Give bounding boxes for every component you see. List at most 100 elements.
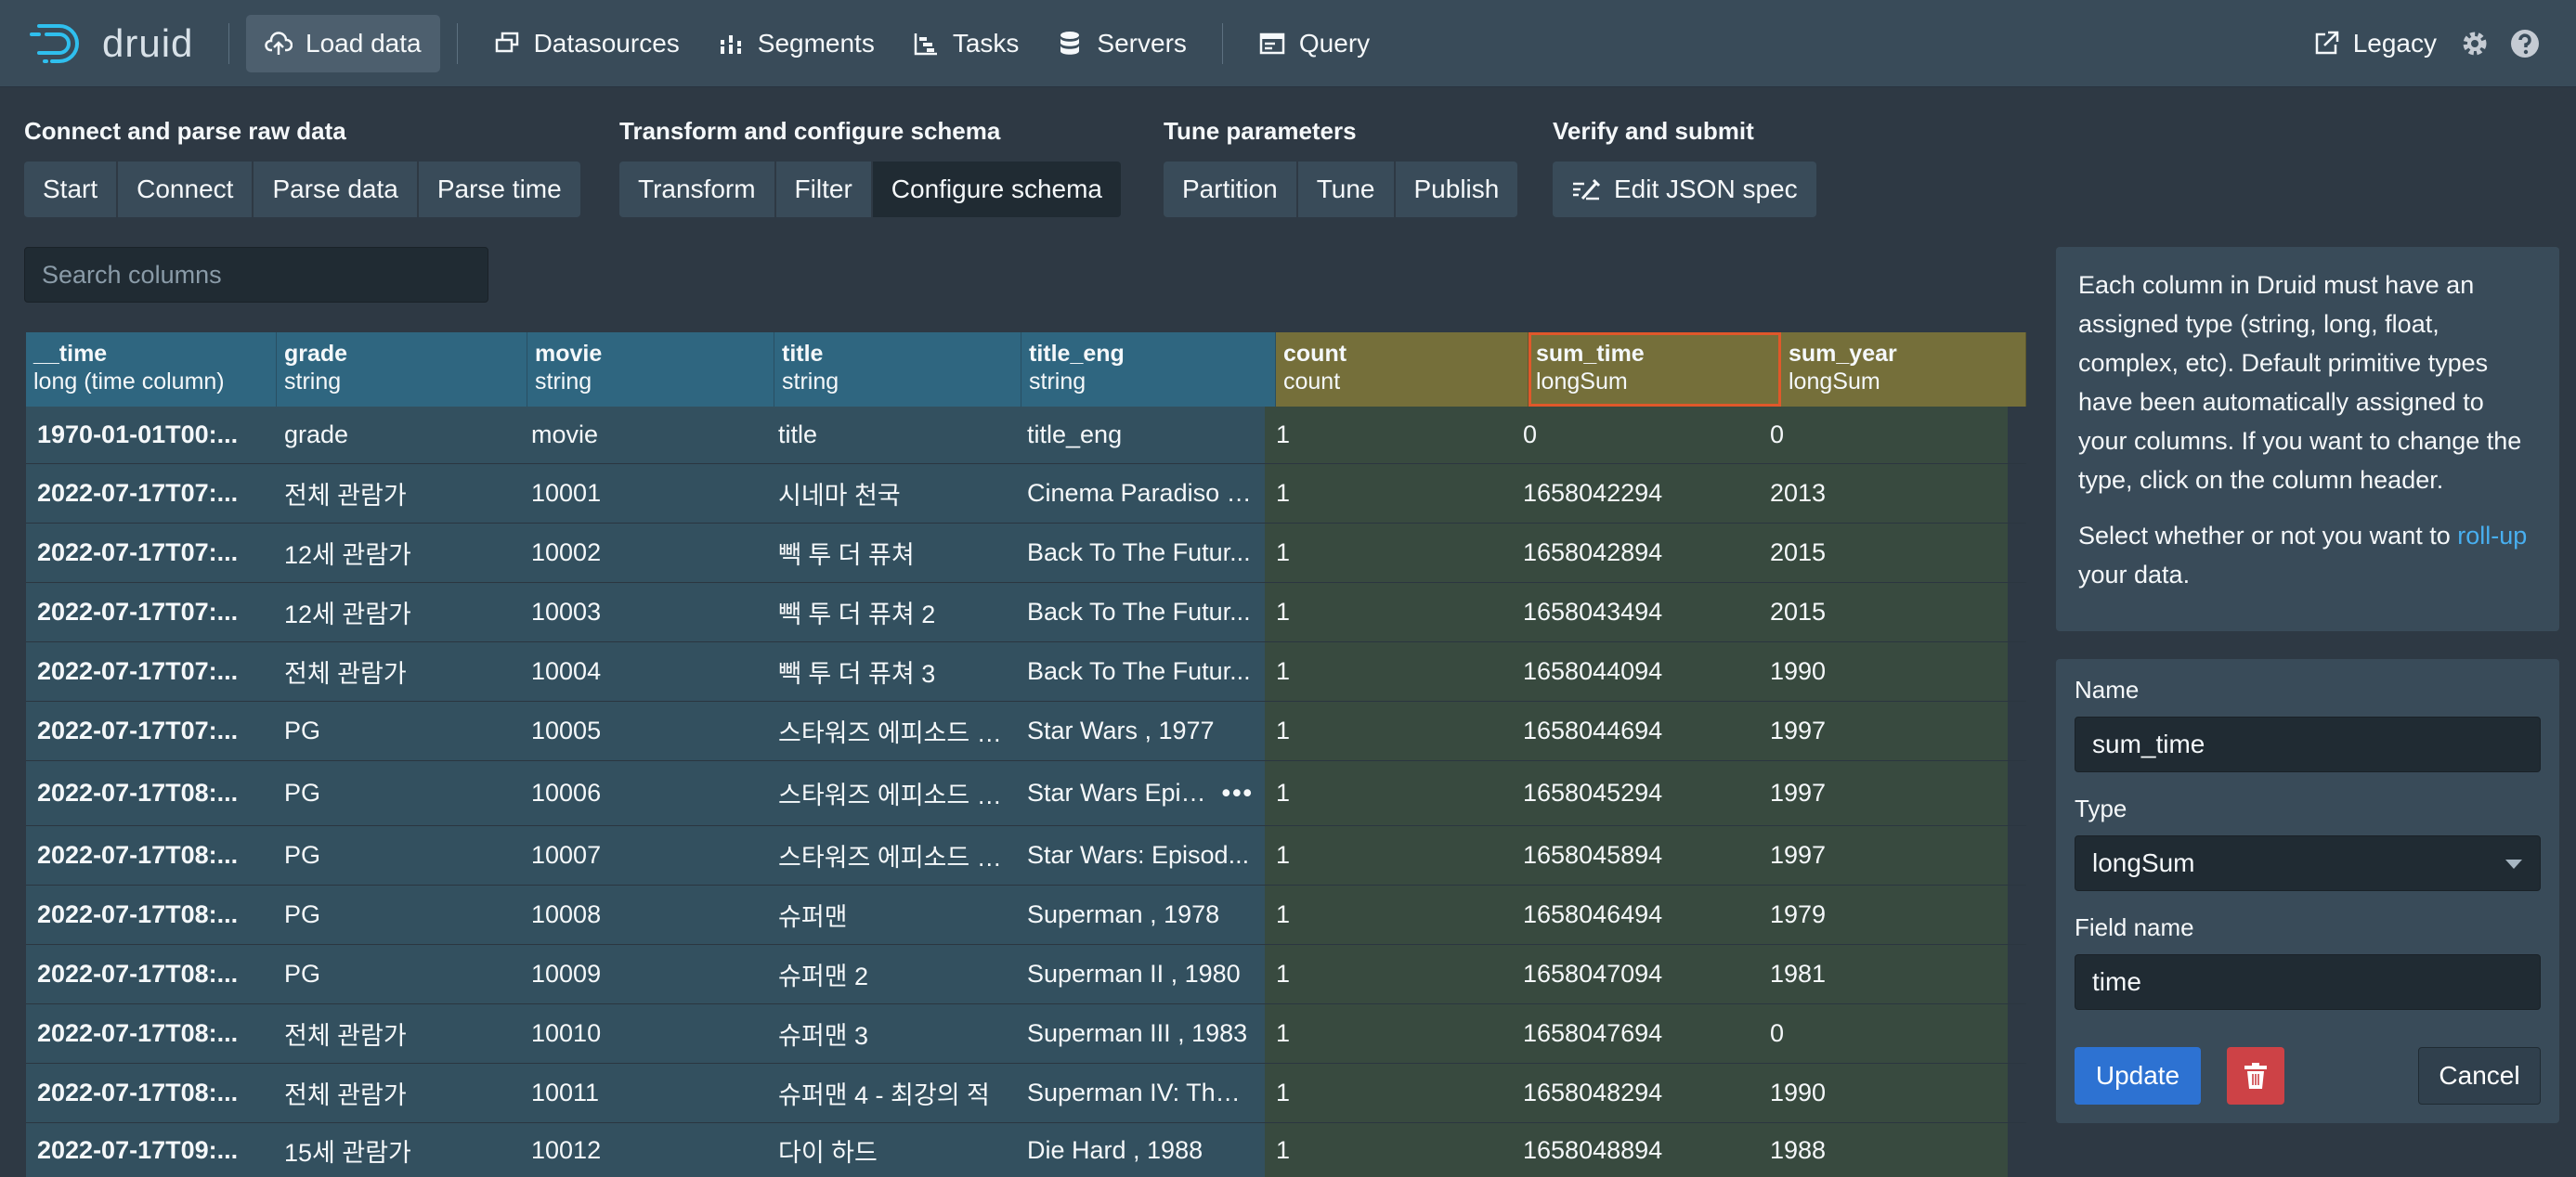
table-header: __time long (time column) grade string movie… [26, 332, 2026, 407]
column-header-time[interactable]: __time long (time column) [26, 332, 277, 407]
cell-value: 1658048294 [1523, 1079, 1663, 1106]
cell-value: 1 [1276, 479, 1291, 507]
table-row[interactable]: 2022-07-17T08:... PG 10009 슈퍼맨 2 Superman II… [26, 945, 2026, 1004]
table-cell: 0 [1759, 1004, 2008, 1063]
table-cell: 1 [1265, 464, 1512, 523]
cell-value: 1658048894 [1523, 1136, 1663, 1164]
cell-value: 빽 투 더 퓨쳐 3 [778, 660, 936, 688]
step-group-tune: Tune parameters Partition Tune Publish [1164, 117, 1518, 217]
table-cell: Star Wars Epis... ••• [1016, 761, 1265, 825]
nav-segments[interactable]: Segments [698, 15, 893, 72]
table-row[interactable]: 1970-01-01T00:... grade movie title title_en… [26, 407, 2026, 464]
nav-servers[interactable]: Servers [1037, 15, 1204, 72]
table-row[interactable]: 2022-07-17T07:... 전체 관람가 10001 시네마 천국 Cinema… [26, 464, 2026, 524]
cell-value: 1658043494 [1523, 598, 1663, 626]
update-button[interactable]: Update [2075, 1047, 2201, 1105]
step-parse-data[interactable]: Parse data [254, 162, 419, 217]
column-header-movie[interactable]: movie string [527, 332, 774, 407]
rollup-link[interactable]: roll-up [2457, 522, 2527, 550]
nav-query[interactable]: Query [1240, 15, 1388, 72]
column-header-title[interactable]: title string [774, 332, 1021, 407]
table-cell: 12세 관람가 [273, 524, 520, 582]
cell-value: 2022-07-17T08:... [37, 900, 239, 928]
column-header-sum-time[interactable]: sum_time longSum [1529, 332, 1781, 407]
type-select-value[interactable] [2075, 835, 2541, 891]
nav-datasources[interactable]: Datasources [475, 15, 698, 72]
cancel-button[interactable]: Cancel [2418, 1047, 2541, 1105]
step-group-title: Connect and parse raw data [24, 117, 346, 145]
settings-button[interactable] [2450, 15, 2500, 72]
table-cell: 2022-07-17T08:... [26, 1064, 273, 1122]
table-cell: 10007 [520, 826, 767, 885]
table-row[interactable]: 2022-07-17T07:... PG 10005 스타워즈 에피소드 4 ... S… [26, 702, 2026, 761]
table-cell: movie [520, 407, 767, 463]
step-partition[interactable]: Partition [1164, 162, 1298, 217]
table-cell: 1 [1265, 1064, 1512, 1122]
help-button[interactable] [2500, 15, 2550, 72]
column-type: long (time column) [33, 369, 225, 394]
cell-value: Die Hard , 1988 [1027, 1136, 1203, 1164]
table-row[interactable]: 2022-07-17T07:... 전체 관람가 10004 빽 투 더 퓨쳐 3 Ba… [26, 642, 2026, 702]
name-input[interactable] [2075, 717, 2541, 772]
schema-table: __time long (time column) grade string movie… [26, 332, 2026, 1177]
cell-value: 1658044694 [1523, 717, 1663, 744]
cell-value: 1 [1276, 1079, 1291, 1106]
cell-value: 0 [1523, 420, 1538, 448]
column-name: title [782, 341, 824, 367]
table-row[interactable]: 2022-07-17T07:... 12세 관람가 10003 빽 투 더 퓨쳐 2 B… [26, 583, 2026, 642]
table-row[interactable]: 2022-07-17T08:... 전체 관람가 10010 슈퍼맨 3 Superma… [26, 1004, 2026, 1064]
druid-logo[interactable]: druid [28, 20, 214, 67]
nav-legacy-label: Legacy [2352, 29, 2437, 58]
step-publish[interactable]: Publish [1395, 162, 1518, 217]
nav-tasks[interactable]: Tasks [893, 15, 1038, 72]
table-row[interactable]: 2022-07-17T08:... PG 10008 슈퍼맨 Superman , 19… [26, 886, 2026, 945]
cell-value: 10005 [531, 717, 602, 744]
table-cell: 10003 [520, 583, 767, 641]
cell-value: 2022-07-17T08:... [37, 1019, 239, 1047]
table-cell: 1658043494 [1512, 583, 1759, 641]
table-cell: 10010 [520, 1004, 767, 1063]
nav-load-data[interactable]: Load data [246, 14, 440, 72]
column-name: count [1283, 341, 1347, 367]
column-header-count[interactable]: count count [1276, 332, 1529, 407]
table-cell: 슈퍼맨 3 [767, 1004, 1016, 1063]
step-tune[interactable]: Tune [1297, 162, 1396, 217]
table-row[interactable]: 2022-07-17T09:... 15세 관람가 10012 다이 하드 Die Ha… [26, 1123, 2026, 1177]
column-header-grade[interactable]: grade string [277, 332, 527, 407]
step-connect[interactable]: Connect [118, 162, 254, 217]
type-select[interactable] [2075, 826, 2541, 891]
table-cell: 1658042294 [1512, 464, 1759, 523]
table-row[interactable]: 2022-07-17T08:... PG 10006 스타워즈 에피소드 5 ... S… [26, 761, 2026, 826]
search-columns-input[interactable] [24, 247, 488, 303]
nav-query-label: Query [1298, 28, 1371, 58]
step-edit-json-spec[interactable]: Edit JSON spec [1553, 162, 1816, 217]
column-header-sum-year[interactable]: sum_year longSum [1781, 332, 2026, 407]
cell-value: PG [284, 779, 321, 807]
nav-right-group: Legacy [2299, 0, 2550, 87]
table-cell: title [767, 407, 1016, 463]
cell-value: 2022-07-17T08:... [37, 841, 239, 869]
cell-value: 0 [1770, 420, 1785, 448]
table-row[interactable]: 2022-07-17T08:... 전체 관람가 10011 슈퍼맨 4 - 최강의 … [26, 1064, 2026, 1123]
table-cell: 2022-07-17T09:... [26, 1123, 273, 1177]
table-cell: Cinema Paradiso ,... [1016, 464, 1265, 523]
table-row[interactable]: 2022-07-17T07:... 12세 관람가 10002 빽 투 더 퓨쳐 Bac… [26, 524, 2026, 583]
more-icon[interactable]: ••• [1222, 779, 1254, 808]
cell-value: 1 [1276, 1136, 1291, 1164]
step-transform[interactable]: Transform [619, 162, 776, 217]
table-cell: 1997 [1759, 702, 2008, 760]
table-cell: PG [273, 761, 520, 825]
cell-value: Back To The Futur... [1027, 657, 1251, 685]
step-filter[interactable]: Filter [775, 162, 873, 217]
cell-value: 1 [1276, 841, 1291, 869]
nav-legacy[interactable]: Legacy [2299, 15, 2450, 72]
column-header-title-eng[interactable]: title_eng string [1021, 332, 1276, 407]
step-configure-schema[interactable]: Configure schema [872, 162, 1122, 217]
table-cell: PG [273, 886, 520, 944]
step-start[interactable]: Start [24, 162, 119, 217]
step-parse-time[interactable]: Parse time [418, 162, 580, 217]
nav-separator [456, 22, 458, 64]
table-row[interactable]: 2022-07-17T08:... PG 10007 스타워즈 에피소드 6 ... S… [26, 826, 2026, 886]
delete-button[interactable] [2227, 1047, 2284, 1105]
field-name-input[interactable] [2075, 954, 2541, 1010]
